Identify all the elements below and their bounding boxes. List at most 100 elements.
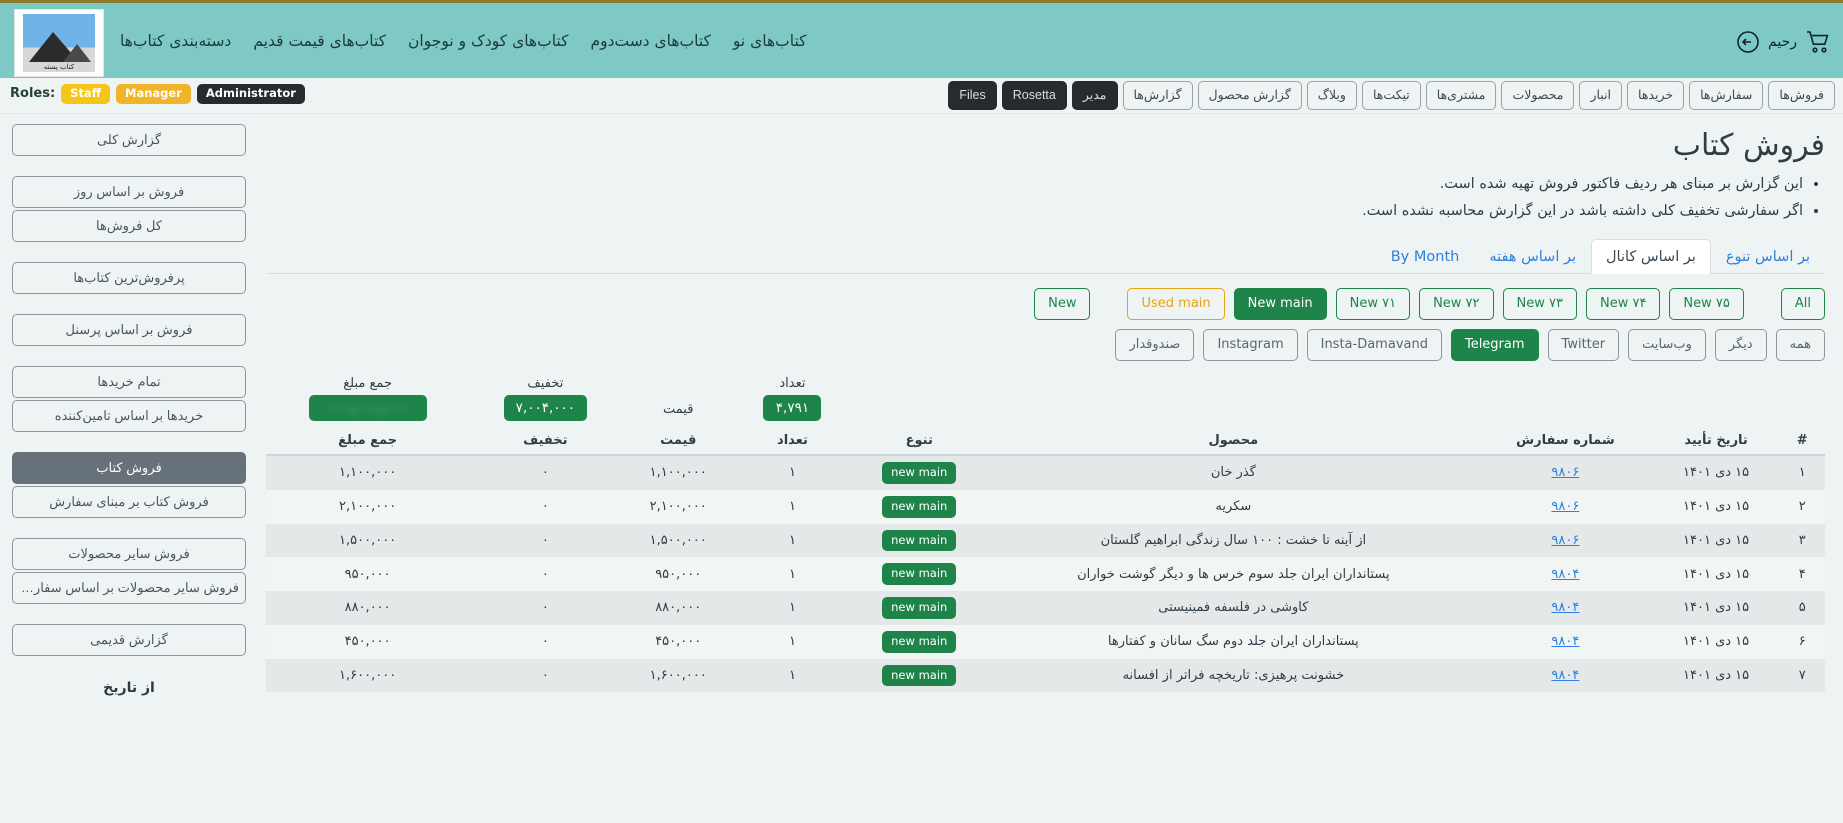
sidebar-item-book-sales-by-order[interactable]: فروش کتاب بر مبنای سفارش <box>12 486 246 518</box>
filter-chip-all[interactable]: All <box>1780 287 1825 320</box>
cell-qty: ۱ <box>788 499 796 515</box>
summary-value-total: ۰۰۰,۰۰۰,۰۰۰ <box>308 394 427 421</box>
filter-chip-new-main[interactable]: New main <box>1233 287 1327 320</box>
sidebar-item-other-product-sales[interactable]: فروش سایر محصولات <box>12 538 246 570</box>
order-number-link[interactable]: ۹۸۰۴ <box>1551 668 1579 683</box>
table-row: ۲ ۱۵ دی ۱۴۰۱ ۹۸۰۶ سکریه new main ۱ ۲,۱۰۰,۰۰۰ ۰ ۲… <box>266 489 1825 524</box>
toolbar-button-customers[interactable]: مشتری‌ها <box>1425 81 1497 110</box>
toolbar-button-sales[interactable]: فروش‌ها <box>1768 81 1835 110</box>
cell-index: ۷ <box>1798 668 1806 684</box>
order-number-link[interactable]: ۹۸۰۶ <box>1551 499 1579 514</box>
summary-row: تعداد ۴,۷۹۱ قیمت تخفیف ۷,۰۰۴,۰۰۰ جمع مبل… <box>266 370 1825 427</box>
cell-qty: ۱ <box>788 532 796 548</box>
filter-chip-insta-damavand[interactable]: Insta-Damavand <box>1306 328 1442 361</box>
nav-link-4[interactable]: دسته‌بندی کتاب‌ها <box>120 32 231 50</box>
toolbar-button-tickets[interactable]: تیکت‌ها <box>1361 81 1421 110</box>
cell-product: پستانداران ایران جلد دوم سگ سانان و کفتا… <box>1107 634 1359 650</box>
filter-chip-new-73[interactable]: New ۷۳ <box>1502 287 1577 320</box>
cell-date: ۱۵ دی ۱۴۰۱ <box>1683 532 1750 548</box>
filter-chip-new-72[interactable]: New ۷۲ <box>1419 287 1494 320</box>
toolbar-button-admin[interactable]: مدیر <box>1071 81 1118 110</box>
cell-product: از آینه تا خشت : ۱۰۰ سال زندگی ابراهیم گ… <box>1100 532 1367 548</box>
variant-badge: new main <box>882 563 957 586</box>
tab-by-week[interactable]: بر اساس هفته <box>1474 239 1591 274</box>
channel-filter-row: همه دیگر وب‌سایت Twitter Telegram Insta-… <box>266 328 1825 361</box>
cell-qty: ۱ <box>788 634 796 650</box>
sidebar-item-purchases-by-supplier[interactable]: خریدها بر اساس تامین‌کننده <box>12 400 246 432</box>
toolbar-button-orders[interactable]: سفارش‌ها <box>1689 81 1764 110</box>
report-notes: این گزارش بر مبنای هر ردیف فاکتور فروش ت… <box>266 171 1825 225</box>
shopping-cart-icon[interactable] <box>1805 30 1831 54</box>
tab-by-month[interactable]: By Month <box>1376 239 1475 274</box>
logout-icon[interactable] <box>1736 30 1760 54</box>
sidebar-item-sales-by-staff[interactable]: فروش بر اساس پرسنل <box>12 314 246 346</box>
filter-chip-used-main[interactable]: Used main <box>1127 287 1225 320</box>
filter-chip-website[interactable]: وب‌سایت <box>1628 328 1706 361</box>
toolbar-button-inventory[interactable]: انبار <box>1579 81 1623 110</box>
cell-price: ۸۸۰,۰۰۰ <box>655 600 702 616</box>
summary-cell-order <box>1478 370 1653 427</box>
order-number-link[interactable]: ۹۸۰۴ <box>1551 634 1579 649</box>
cell-order: ۹۸۰۶ <box>1478 490 1653 524</box>
admin-toolbar-bar: Roles: Staff Manager Administrator فروش‌… <box>0 78 1843 114</box>
cell-variant: new main <box>850 659 989 693</box>
filter-chip-twitter[interactable]: Twitter <box>1547 328 1620 361</box>
toolbar-button-files[interactable]: Files <box>948 81 997 110</box>
sidebar-item-all-sales[interactable]: کل فروش‌ها <box>12 210 246 242</box>
site-logo[interactable]: کتاب پسته <box>14 9 104 77</box>
nav-link-1[interactable]: کتاب‌های دست‌دوم <box>590 32 710 50</box>
sidebar-divider <box>12 520 246 538</box>
sidebar-item-other-product-sales-by-order[interactable]: فروش سایر محصولات بر اساس سفارش <box>12 572 246 604</box>
filter-chip-new-75[interactable]: New ۷۵ <box>1669 287 1744 320</box>
filter-chip-other[interactable]: دیگر <box>1714 328 1767 361</box>
toolbar-button-blog[interactable]: وبلاگ <box>1306 81 1357 110</box>
sidebar-divider <box>12 606 246 624</box>
page-layout: فروش کتاب این گزارش بر مبنای هر ردیف فاک… <box>0 114 1843 823</box>
order-number-link[interactable]: ۹۸۰۶ <box>1551 465 1579 480</box>
sales-table: تعداد ۴,۷۹۱ قیمت تخفیف ۷,۰۰۴,۰۰۰ جمع مبل… <box>266 370 1825 693</box>
tab-by-variant[interactable]: بر اساس تنوع <box>1711 239 1825 274</box>
cell-product: سکریه <box>1215 499 1252 515</box>
filter-chip-instagram[interactable]: Instagram <box>1203 328 1298 361</box>
nav-link-3[interactable]: کتاب‌های قیمت قدیم <box>253 32 386 50</box>
cell-discount: ۰ <box>541 532 549 548</box>
sidebar-item-bestselling-books[interactable]: پرفروش‌ترین کتاب‌ها <box>12 262 246 294</box>
nav-link-0[interactable]: کتاب‌های نو <box>733 32 807 50</box>
report-note-1: اگر سفارشی تخفیف کلی داشته باشد در این گ… <box>266 198 1803 225</box>
date-from-label: از تاریخ <box>103 680 155 696</box>
filter-chip-new-74[interactable]: New ۷۴ <box>1585 287 1661 320</box>
filter-chip-all-channels[interactable]: همه <box>1775 328 1825 361</box>
sidebar-item-sales-by-day[interactable]: فروش بر اساس روز <box>12 176 246 208</box>
cell-order: ۹۸۰۴ <box>1478 659 1653 693</box>
toolbar-button-product-report[interactable]: گزارش محصول <box>1197 81 1302 110</box>
cell-variant: new main <box>850 490 989 524</box>
cell-order: ۹۸۰۴ <box>1478 625 1653 659</box>
column-header-variant: تنوع <box>849 426 989 456</box>
sidebar-item-all-purchases[interactable]: تمام خریدها <box>12 366 246 398</box>
summary-cell-qty: تعداد ۴,۷۹۱ <box>735 370 850 427</box>
toolbar-button-products[interactable]: محصولات <box>1501 81 1575 110</box>
filter-chip-telegram[interactable]: Telegram <box>1450 328 1539 361</box>
toolbar-button-reports[interactable]: گزارش‌ها <box>1122 81 1193 110</box>
column-header-qty: تعداد <box>735 426 850 456</box>
toolbar-button-purchases[interactable]: خریدها <box>1627 81 1685 110</box>
user-area: رحیم <box>1736 3 1831 81</box>
cell-price: ۲,۱۰۰,۰۰۰ <box>649 499 707 515</box>
toolbar-button-rosetta[interactable]: Rosetta <box>1001 81 1067 110</box>
filter-chip-new[interactable]: New <box>1034 287 1091 320</box>
cell-qty: ۱ <box>788 600 796 616</box>
sidebar-item-overall-report[interactable]: گزارش کلی <box>12 124 246 156</box>
tab-by-channel[interactable]: بر اساس کانال <box>1591 238 1711 274</box>
summary-label-discount: تخفیف <box>527 375 564 391</box>
cell-variant: new main <box>850 557 989 591</box>
order-number-link[interactable]: ۹۸۰۶ <box>1551 533 1579 548</box>
filter-chip-cashier[interactable]: صندوقدار <box>1115 328 1195 361</box>
sidebar-item-book-sales[interactable]: فروش کتاب <box>12 452 246 484</box>
filter-chip-new-71[interactable]: New ۷۱ <box>1335 287 1411 320</box>
order-number-link[interactable]: ۹۸۰۴ <box>1551 600 1579 615</box>
user-name-label: رحیم <box>1768 34 1797 50</box>
report-sidebar: گزارش کلی فروش بر اساس روز کل فروش‌ها پر… <box>0 114 258 823</box>
sidebar-item-legacy-report[interactable]: گزارش قدیمی <box>12 624 246 656</box>
nav-link-2[interactable]: کتاب‌های کودک و نوجوان <box>408 32 568 50</box>
order-number-link[interactable]: ۹۸۰۴ <box>1551 567 1579 582</box>
